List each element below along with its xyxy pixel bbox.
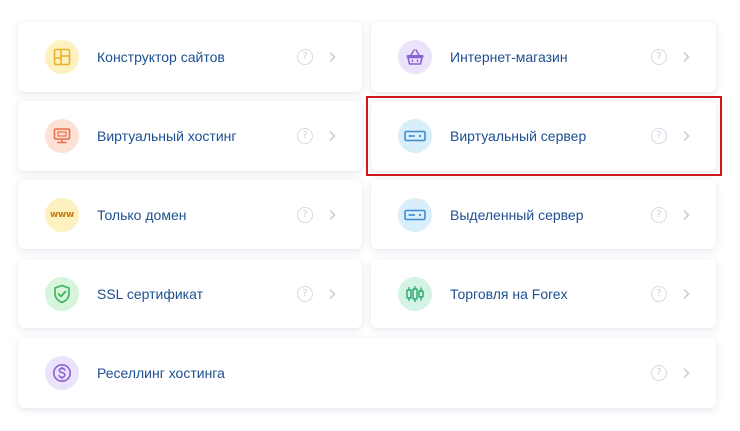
chevron-right-icon	[683, 130, 690, 142]
help-icon[interactable]: ?	[297, 285, 313, 302]
help-icon[interactable]: ?	[297, 128, 313, 144]
chevron-right-icon	[683, 209, 690, 220]
chevron-right-icon	[329, 288, 336, 299]
shield-check-icon	[45, 276, 79, 311]
help-icon[interactable]: ?	[651, 49, 667, 65]
service-card-ssl-certificate[interactable]: SSL сертификат ?	[18, 259, 362, 328]
service-label: SSL сертификат	[97, 285, 203, 302]
service-label: Интернет-магазин	[450, 49, 568, 65]
server-icon	[398, 197, 432, 232]
chevron-right-icon	[683, 367, 690, 379]
help-icon[interactable]: ?	[651, 128, 667, 144]
service-card-online-store[interactable]: Интернет-магазин ?	[371, 22, 716, 92]
help-icon[interactable]: ?	[297, 49, 313, 65]
monitor-icon	[45, 119, 79, 153]
service-card-virtual-server[interactable]: Виртуальный сервер ?	[371, 101, 716, 171]
help-icon[interactable]: ?	[297, 206, 313, 223]
chevron-right-icon	[683, 288, 690, 299]
service-card-dedicated-server[interactable]: Выделенный сервер ?	[371, 180, 716, 249]
service-label: Виртуальный сервер	[450, 128, 587, 144]
www-icon: www	[45, 197, 79, 232]
server-icon	[398, 119, 432, 153]
chevron-right-icon	[329, 51, 336, 63]
service-card-site-builder[interactable]: Конструктор сайтов ?	[18, 22, 362, 92]
basket-icon	[398, 40, 432, 74]
dollar-circle-icon	[45, 356, 79, 390]
service-card-hosting-reselling[interactable]: Реселлинг хостинга ?	[18, 338, 716, 408]
www-icon-text: www	[49, 209, 75, 220]
candlestick-icon	[398, 276, 432, 311]
chevron-right-icon	[329, 130, 336, 142]
service-label: Выделенный сервер	[450, 206, 584, 223]
help-icon[interactable]: ?	[651, 285, 667, 302]
chevron-right-icon	[329, 209, 336, 220]
service-label: Реселлинг хостинга	[97, 365, 225, 381]
service-selection-page: Конструктор сайтов ? Интернет-магазин ?	[0, 0, 740, 431]
service-card-domain-only[interactable]: www Только домен ?	[18, 180, 362, 249]
site-builder-icon	[45, 40, 79, 74]
chevron-right-icon	[683, 51, 690, 63]
service-label: Конструктор сайтов	[97, 49, 225, 65]
service-label: Торговля на Forex	[450, 285, 568, 302]
service-label: Виртуальный хостинг	[97, 128, 237, 144]
service-label: Только домен	[97, 206, 187, 223]
service-card-forex[interactable]: Торговля на Forex ?	[371, 259, 716, 328]
help-icon[interactable]: ?	[651, 365, 667, 381]
service-card-virtual-hosting[interactable]: Виртуальный хостинг ?	[18, 101, 362, 171]
help-icon[interactable]: ?	[651, 206, 667, 223]
